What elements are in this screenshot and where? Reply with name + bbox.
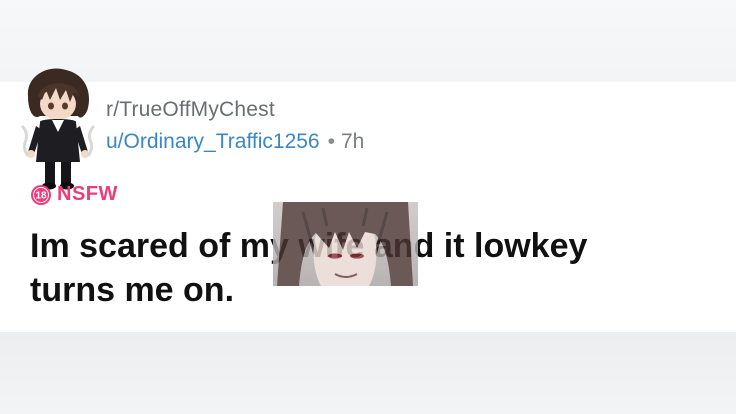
nsfw-18-badge-icon: 18	[31, 184, 51, 205]
username-link[interactable]: u/Ordinary_Traffic1256	[106, 130, 320, 153]
nsfw-badge-number: 18	[35, 190, 47, 201]
post-time: 7h	[340, 130, 365, 153]
anime-face-overlay-image	[273, 202, 418, 286]
bottom-background-band	[0, 332, 736, 414]
top-background-band	[0, 0, 736, 82]
subreddit-link[interactable]: r/TrueOffMyChest	[106, 98, 275, 122]
nsfw-tag: 18 NSFW	[30, 183, 118, 206]
nsfw-label: NSFW	[57, 183, 118, 205]
meta-separator: •	[327, 130, 335, 153]
avatar[interactable]	[18, 66, 98, 190]
post-meta: u/Ordinary_Traffic1256 • 7h	[106, 130, 364, 154]
